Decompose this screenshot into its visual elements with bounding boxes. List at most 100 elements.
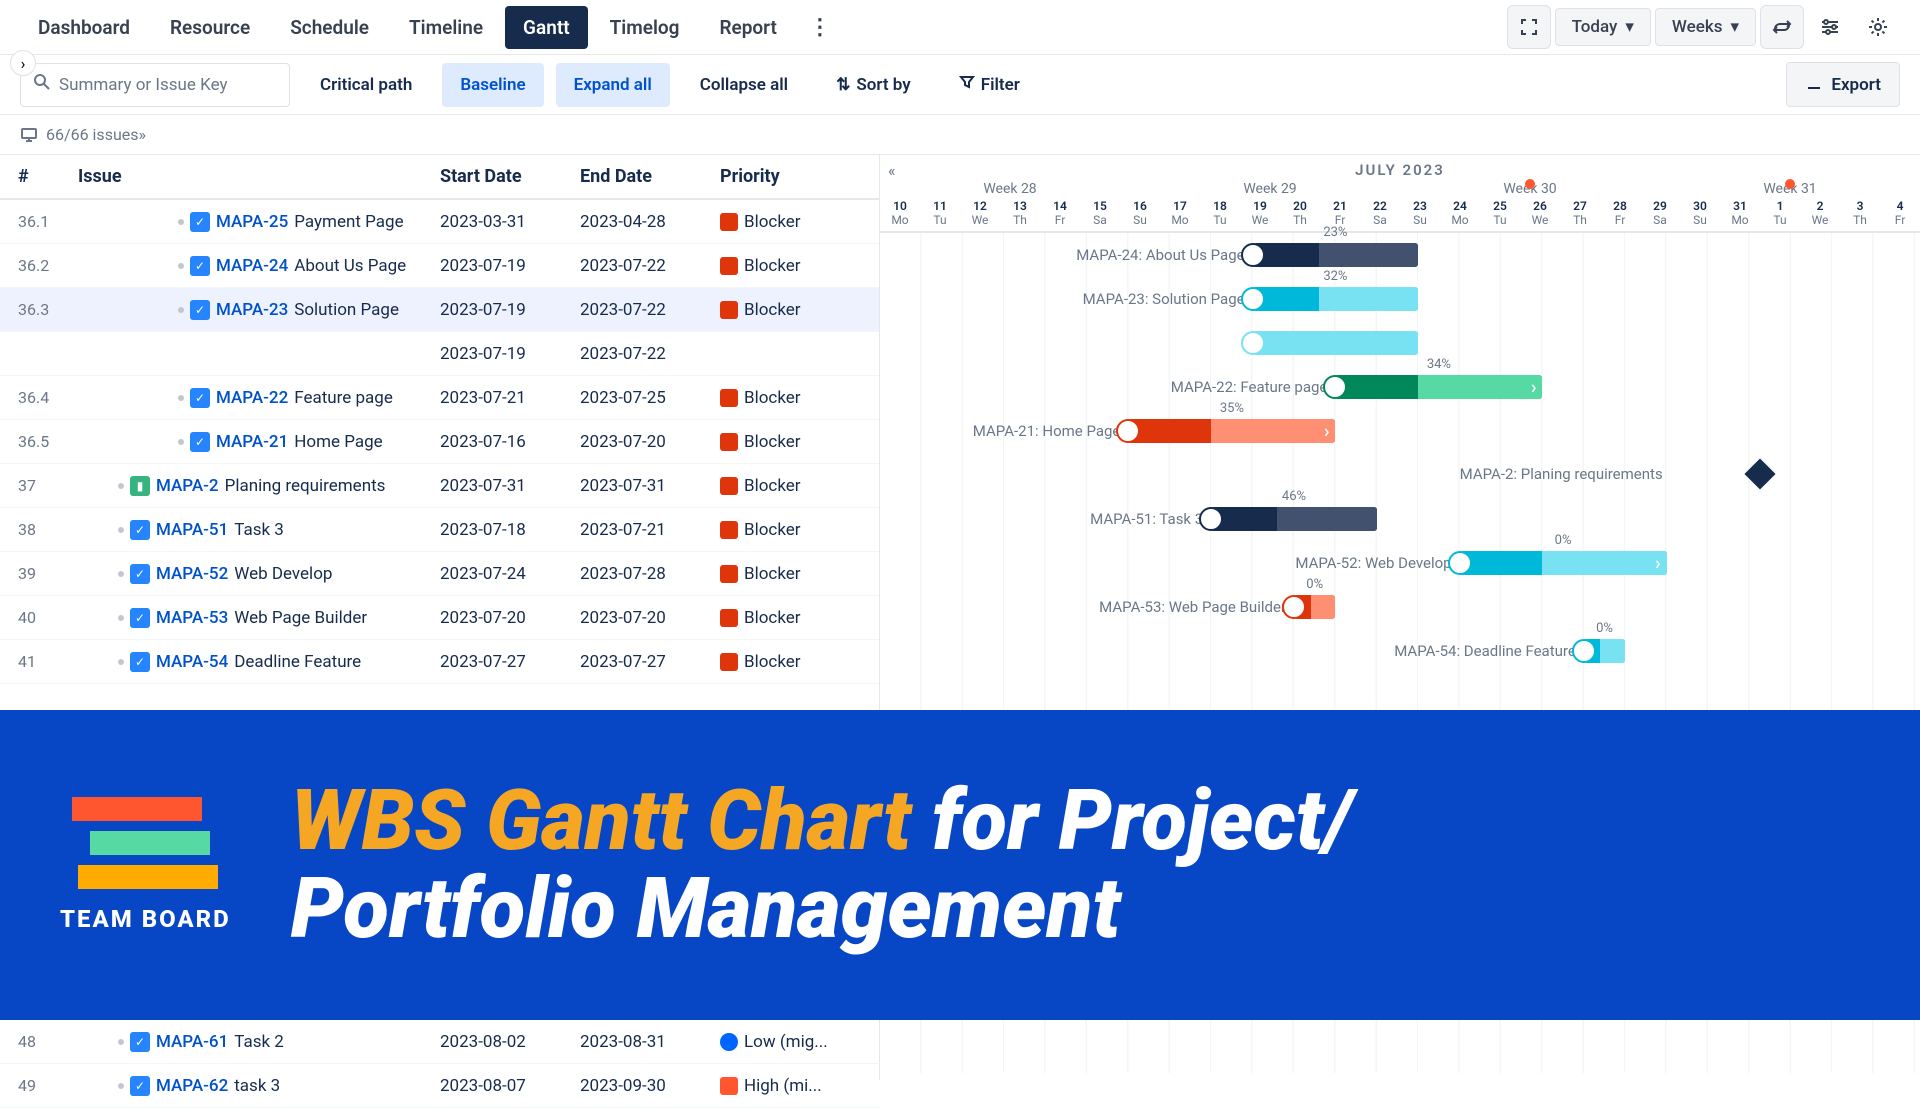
chevron-down-icon: ▾ bbox=[1730, 17, 1739, 37]
gantt-bar[interactable]: MAPA-54: Deadline Feature0% bbox=[1584, 639, 1625, 663]
tab-schedule[interactable]: Schedule bbox=[272, 6, 387, 49]
table-row[interactable]: 36.4 ✓ MAPA-22 Feature page 2023-07-21 2… bbox=[0, 376, 879, 420]
fullscreen-icon[interactable] bbox=[1507, 5, 1551, 49]
issue-key[interactable]: MAPA-24 bbox=[216, 256, 288, 276]
sort-by-button[interactable]: ⇅Sort by bbox=[818, 63, 929, 107]
table-row[interactable]: 36.2 ✓ MAPA-24 About Us Page 2023-07-19 … bbox=[0, 244, 879, 288]
priority-icon bbox=[720, 213, 738, 231]
baseline-button[interactable]: Baseline bbox=[442, 63, 543, 107]
filter-button[interactable]: Filter bbox=[941, 63, 1038, 107]
issue-key[interactable]: MAPA-54 bbox=[156, 652, 228, 672]
col-header-start[interactable]: Start Date bbox=[440, 166, 580, 187]
avatar[interactable] bbox=[1241, 243, 1265, 267]
issuetype-icon: ✓ bbox=[130, 520, 150, 540]
issue-key[interactable]: MAPA-53 bbox=[156, 608, 228, 628]
export-button[interactable]: Export bbox=[1786, 62, 1900, 107]
issue-count-bar: 66/66 issues » bbox=[0, 115, 1920, 155]
table-row[interactable]: 37 ▮ MAPA-2 Planing requirements 2023-07… bbox=[0, 464, 879, 508]
tab-report[interactable]: Report bbox=[701, 6, 794, 49]
gantt-bar[interactable]: MAPA-21: Home Page35%› bbox=[1128, 419, 1335, 443]
chevron-right-icon: › bbox=[1655, 553, 1660, 574]
issue-key[interactable]: MAPA-2 bbox=[156, 476, 219, 496]
gantt-bar[interactable]: MAPA-52: Web Develop0%› bbox=[1460, 551, 1667, 575]
table-row[interactable]: 48 ✓ MAPA-61 Task 2 2023-08-02 2023-08-3… bbox=[0, 1020, 880, 1064]
day-label: 3Th bbox=[1840, 197, 1880, 231]
gear-icon[interactable] bbox=[1856, 5, 1900, 49]
day-label: 2We bbox=[1800, 197, 1840, 231]
week-label: Week 30 bbox=[1400, 181, 1660, 197]
download-icon bbox=[1805, 73, 1823, 96]
day-label: 24Mo bbox=[1440, 197, 1480, 231]
avatar[interactable] bbox=[1282, 595, 1306, 619]
table-row[interactable]: 36.1 ✓ MAPA-25 Payment Page 2023-03-31 2… bbox=[0, 200, 879, 244]
col-header-num[interactable]: # bbox=[0, 166, 60, 187]
col-header-priority[interactable]: Priority bbox=[720, 166, 860, 187]
gantt-bar[interactable]: MAPA-53: Web Page Builder0% bbox=[1294, 595, 1335, 619]
col-header-issue[interactable]: Issue bbox=[60, 166, 440, 187]
search-placeholder: Summary or Issue Key bbox=[59, 75, 228, 95]
tab-gantt[interactable]: Gantt bbox=[505, 6, 588, 49]
issue-key[interactable]: MAPA-51 bbox=[156, 520, 228, 540]
tab-dashboard[interactable]: Dashboard bbox=[20, 6, 148, 49]
issue-key[interactable]: MAPA-21 bbox=[216, 432, 288, 452]
avatar[interactable] bbox=[1572, 639, 1596, 663]
sidebar-toggle[interactable]: › bbox=[10, 50, 36, 76]
today-dropdown[interactable]: Today▾ bbox=[1555, 8, 1651, 46]
milestone-diamond[interactable] bbox=[1745, 458, 1776, 489]
gantt-bar[interactable]: MAPA-22: Feature page34%› bbox=[1335, 375, 1542, 399]
day-label: 10Mo bbox=[880, 197, 920, 231]
issuetype-icon: ✓ bbox=[130, 1032, 150, 1052]
gantt-bar[interactable]: MAPA-51: Task 346% bbox=[1211, 507, 1377, 531]
table-row[interactable]: 39 ✓ MAPA-52 Web Develop 2023-07-24 2023… bbox=[0, 552, 879, 596]
issue-key[interactable]: MAPA-61 bbox=[156, 1032, 228, 1052]
table-row[interactable]: 40 ✓ MAPA-53 Web Page Builder 2023-07-20… bbox=[0, 596, 879, 640]
day-label: 13Th bbox=[1000, 197, 1040, 231]
day-label: 19We bbox=[1240, 197, 1280, 231]
avatar[interactable] bbox=[1199, 507, 1223, 531]
tab-more[interactable]: ⋮ bbox=[799, 7, 841, 48]
gantt-bar-label: MAPA-52: Web Develop bbox=[1295, 554, 1451, 572]
chevron-down-icon: ▾ bbox=[1625, 17, 1634, 37]
avatar[interactable] bbox=[1241, 331, 1265, 355]
gantt-month-label: JULY 2023 bbox=[880, 155, 1920, 181]
search-input[interactable]: Summary or Issue Key bbox=[20, 63, 290, 107]
expand-all-button[interactable]: Expand all bbox=[556, 63, 670, 107]
collapse-all-button[interactable]: Collapse all bbox=[682, 63, 806, 107]
avatar[interactable] bbox=[1241, 287, 1265, 311]
refresh-icon[interactable] bbox=[1760, 5, 1804, 49]
filter-icon bbox=[959, 74, 975, 95]
tab-timeline[interactable]: Timeline bbox=[391, 6, 501, 49]
table-row[interactable]: 2023-07-19 2023-07-22 bbox=[0, 332, 879, 376]
gantt-progress-label: 34% bbox=[1427, 357, 1451, 372]
priority-icon bbox=[720, 565, 738, 583]
issue-key[interactable]: MAPA-52 bbox=[156, 564, 228, 584]
collapse-panel-icon[interactable]: » bbox=[139, 125, 1900, 144]
issue-key[interactable]: MAPA-62 bbox=[156, 1076, 228, 1096]
issue-key[interactable]: MAPA-22 bbox=[216, 388, 288, 408]
table-row[interactable]: 49 ✓ MAPA-62 task 3 2023-08-07 2023-09-3… bbox=[0, 1064, 880, 1108]
sort-icon: ⇅ bbox=[836, 75, 850, 95]
col-header-end[interactable]: End Date bbox=[580, 166, 720, 187]
table-row[interactable]: 36.5 ✓ MAPA-21 Home Page 2023-07-16 2023… bbox=[0, 420, 879, 464]
critical-path-button[interactable]: Critical path bbox=[302, 63, 430, 107]
gantt-progress-label: 0% bbox=[1555, 533, 1572, 548]
gantt-bar-label: MAPA-53: Web Page Builder bbox=[1099, 598, 1286, 616]
day-label: 25Tu bbox=[1480, 197, 1520, 231]
gantt-progress-label: 35% bbox=[1220, 401, 1244, 416]
table-row[interactable]: 36.3 ✓ MAPA-23 Solution Page 2023-07-19 … bbox=[0, 288, 879, 332]
priority-icon bbox=[720, 301, 738, 319]
issue-key[interactable]: MAPA-25 bbox=[216, 212, 288, 232]
avatar[interactable] bbox=[1116, 419, 1140, 443]
tab-timelog[interactable]: Timelog bbox=[592, 6, 698, 49]
avatar[interactable] bbox=[1323, 375, 1347, 399]
weeks-dropdown[interactable]: Weeks▾ bbox=[1655, 8, 1756, 46]
tab-resource[interactable]: Resource bbox=[152, 6, 268, 49]
avatar[interactable] bbox=[1448, 551, 1472, 575]
gantt-bar[interactable] bbox=[1253, 331, 1419, 355]
table-row[interactable]: 38 ✓ MAPA-51 Task 3 2023-07-18 2023-07-2… bbox=[0, 508, 879, 552]
gantt-bar[interactable]: MAPA-24: About Us Page23% bbox=[1253, 243, 1419, 267]
gantt-bar[interactable]: MAPA-23: Solution Page32% bbox=[1253, 287, 1419, 311]
settings-sliders-icon[interactable] bbox=[1808, 5, 1852, 49]
issue-key[interactable]: MAPA-23 bbox=[216, 300, 288, 320]
table-row[interactable]: 41 ✓ MAPA-54 Deadline Feature 2023-07-27… bbox=[0, 640, 879, 684]
